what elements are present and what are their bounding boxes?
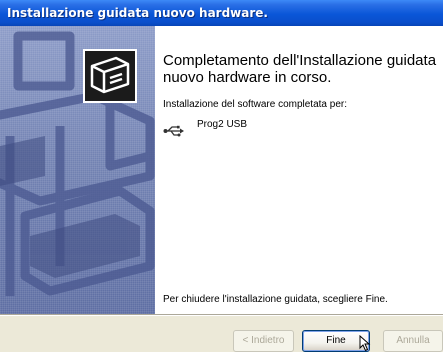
wizard-content: Completamento dell'Installazione guidata… [155,26,443,314]
window-title: Installazione guidata nuovo hardware. [0,0,443,26]
hardware-install-icon [83,49,137,103]
wizard-side-banner [0,26,155,314]
device-name: Prog2 USB [197,119,248,130]
instruction-text: Per chiudere l'installazione guidata, sc… [163,294,388,305]
status-text: Installazione del software completata pe… [163,99,347,110]
page-heading: Completamento dell'Installazione guidata… [163,52,437,86]
mouse-cursor-icon [359,335,371,352]
cancel-button[interactable]: Annulla [383,330,443,352]
back-button[interactable]: < Indietro [233,330,294,352]
button-divider [0,314,443,316]
usb-icon [163,125,184,137]
